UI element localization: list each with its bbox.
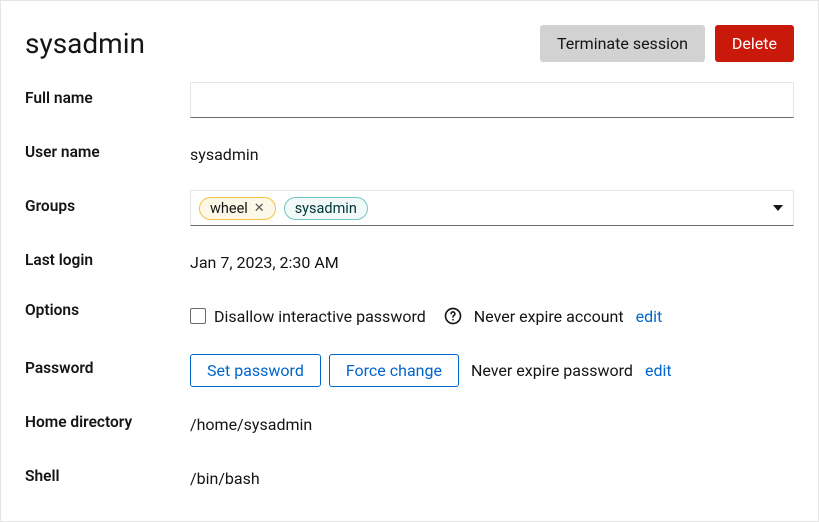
disallow-interactive-checkbox[interactable]	[190, 308, 206, 324]
group-chip-sysadmin: sysadmin	[284, 197, 368, 220]
options-row: Disallow interactive password Never expi…	[190, 307, 662, 326]
group-chip-wheel: wheel ✕	[199, 197, 276, 220]
label-home-directory: Home directory	[25, 406, 190, 442]
close-icon[interactable]: ✕	[254, 202, 265, 215]
never-expire-password-text: Never expire password	[471, 361, 633, 380]
home-directory-value: /home/sysadmin	[190, 415, 312, 434]
header-actions: Terminate session Delete	[540, 25, 794, 62]
user-name-value: sysadmin	[190, 145, 259, 164]
shell-value: /bin/bash	[190, 469, 260, 488]
label-user-name: User name	[25, 136, 190, 172]
never-expire-account-text: Never expire account	[474, 307, 624, 326]
chevron-down-icon[interactable]	[773, 205, 783, 211]
group-chip-label: wheel	[210, 200, 248, 217]
force-change-button[interactable]: Force change	[329, 354, 459, 387]
label-shell: Shell	[25, 460, 190, 496]
form-grid: Full name User name sysadmin Groups whee…	[1, 82, 818, 496]
groups-selector[interactable]: wheel ✕ sysadmin	[190, 190, 794, 226]
edit-password-expiry-link[interactable]: edit	[645, 361, 672, 380]
label-options: Options	[25, 298, 190, 334]
label-last-login: Last login	[25, 244, 190, 280]
delete-button[interactable]: Delete	[715, 25, 794, 62]
group-chip-label: sysadmin	[295, 200, 357, 217]
help-icon[interactable]	[444, 307, 462, 325]
user-detail-panel: sysadmin Terminate session Delete Full n…	[0, 0, 819, 522]
page-title: sysadmin	[25, 27, 145, 60]
last-login-value: Jan 7, 2023, 2:30 AM	[190, 253, 339, 272]
panel-header: sysadmin Terminate session Delete	[1, 1, 818, 82]
label-password: Password	[25, 352, 190, 388]
full-name-input[interactable]	[190, 82, 794, 118]
password-row: Set password Force change Never expire p…	[190, 354, 672, 387]
terminate-session-button[interactable]: Terminate session	[540, 25, 705, 62]
edit-account-expiry-link[interactable]: edit	[636, 307, 663, 326]
disallow-interactive-label: Disallow interactive password	[214, 307, 426, 326]
set-password-button[interactable]: Set password	[190, 354, 321, 387]
label-groups: Groups	[25, 190, 190, 226]
label-full-name: Full name	[25, 82, 190, 118]
